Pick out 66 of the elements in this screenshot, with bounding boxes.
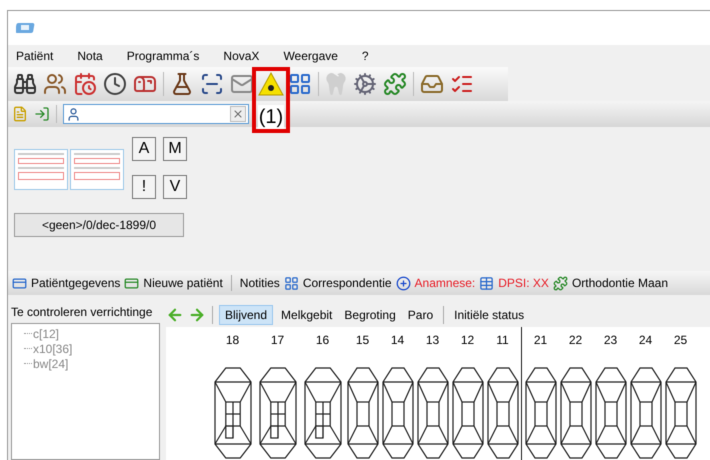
date-button[interactable]: <geen>/0/dec-1899/0	[14, 213, 184, 237]
radiation-warning-icon[interactable]	[257, 71, 285, 97]
toolbar-link[interactable]: Anamnese:	[414, 274, 476, 292]
puzzle-icon[interactable]	[552, 276, 568, 290]
menu-item[interactable]: Programma´s	[126, 47, 200, 65]
tab[interactable]: Paro	[404, 305, 438, 325]
flag-button[interactable]: A	[132, 137, 156, 161]
tooth-number: 14	[390, 332, 404, 349]
menu-item[interactable]: ?	[362, 47, 369, 65]
flag-button[interactable]: V	[163, 175, 187, 199]
tooth-number: 24	[638, 332, 652, 349]
people-icon[interactable]	[43, 72, 67, 96]
menu-item[interactable]: NovaX	[223, 47, 260, 65]
scanner-icon[interactable]	[200, 72, 224, 96]
toolbar-link[interactable]: Nieuwe patiënt	[143, 274, 223, 292]
tab[interactable]: Blijvend	[219, 305, 274, 325]
patient-search-field[interactable]	[63, 104, 249, 124]
layout-icon[interactable]	[288, 72, 312, 96]
close-icon	[232, 108, 244, 120]
flag-button[interactable]: !	[132, 175, 156, 199]
tooth-number: 17	[270, 332, 284, 349]
tooth-number: 11	[496, 332, 509, 349]
exit-door-icon[interactable]	[34, 106, 50, 122]
menu-item[interactable]: Patiënt	[16, 47, 54, 65]
clear-button[interactable]	[230, 106, 246, 122]
toolbar-link[interactable]: DPSI: XX	[498, 274, 549, 292]
calendar-clock-icon[interactable]	[73, 72, 97, 96]
toolbar-link[interactable]: Patiëntgegevens	[31, 274, 120, 292]
tab[interactable]: Begroting	[340, 305, 400, 325]
tooth-number: 25	[674, 332, 688, 349]
annotation-label: (1)	[258, 105, 284, 129]
tooth-number: 23	[604, 332, 618, 349]
forward-arrow-icon[interactable]	[188, 306, 206, 324]
tooth-number: 18	[226, 332, 240, 349]
puzzle-icon[interactable]	[383, 72, 407, 96]
flag-button[interactable]: M	[163, 137, 187, 161]
tooth-number: 22	[568, 332, 582, 349]
tooth-number: 16	[316, 332, 330, 349]
card-icon[interactable]	[12, 276, 27, 290]
binoculars-icon[interactable]	[13, 72, 37, 96]
toolbar-link[interactable]: Orthodontie Maan	[572, 274, 668, 292]
person-icon	[66, 106, 81, 122]
tooth-number: 12	[460, 332, 474, 349]
tree-item[interactable]: c[12]	[33, 324, 60, 342]
toolbar-link[interactable]: Notities	[240, 274, 280, 292]
tab[interactable]: Melkgebit	[277, 305, 336, 325]
menu-item[interactable]: Weergave	[283, 47, 338, 65]
layout-icon[interactable]	[284, 276, 299, 290]
tree-item[interactable]: x10[36]	[33, 340, 72, 358]
screenshot-thumbnail	[70, 149, 124, 190]
screenshot-thumbnail	[14, 149, 68, 190]
plus-icon[interactable]	[396, 276, 411, 290]
toolbar-link[interactable]: Correspondentie	[302, 274, 392, 292]
grid-icon[interactable]	[479, 276, 494, 290]
clock-icon[interactable]	[103, 72, 127, 96]
tray-icon[interactable]	[420, 72, 444, 96]
tab[interactable]: Initiële status	[450, 305, 528, 325]
envelope-icon[interactable]	[230, 72, 254, 96]
app-logo-icon	[16, 21, 36, 35]
tooth-number: 21	[534, 332, 548, 349]
menu-item[interactable]: Nota	[77, 47, 103, 65]
tree-item[interactable]: bw[24]	[33, 354, 68, 372]
tooth-number: 13	[426, 332, 440, 349]
panel-title: Te controleren verrichtinge	[11, 304, 154, 321]
tooth-number: 15	[356, 332, 370, 349]
card-add-icon[interactable]	[124, 276, 140, 290]
